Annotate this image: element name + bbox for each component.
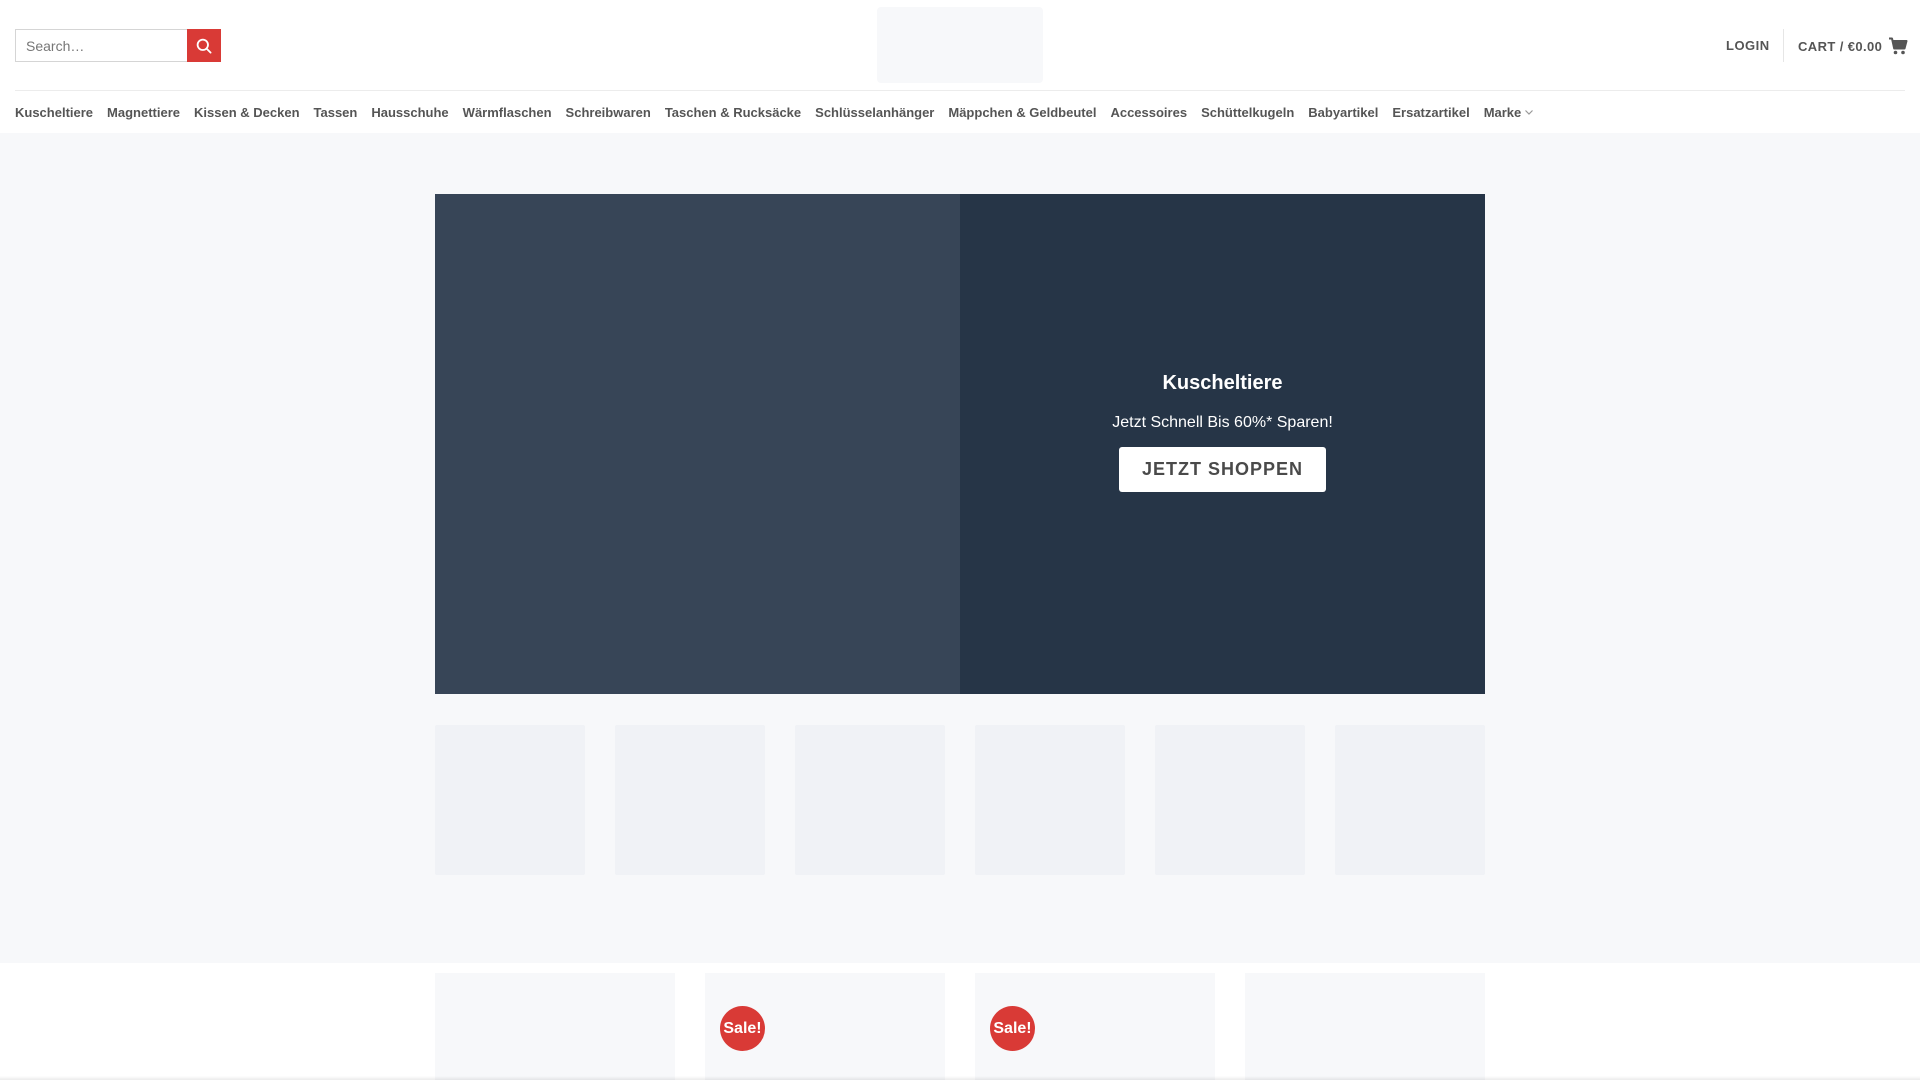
nav-item-schreibwaren[interactable]: Schreibwaren bbox=[566, 105, 651, 120]
search-form bbox=[15, 29, 221, 62]
nav-item-schuettelkugeln[interactable]: Schüttelkugeln bbox=[1201, 105, 1294, 120]
nav-item-babyartikel[interactable]: Babyartikel bbox=[1308, 105, 1378, 120]
search-icon bbox=[196, 38, 212, 54]
hero-panel: Kuscheltiere Jetzt Schnell Bis 60%* Spar… bbox=[960, 194, 1485, 694]
nav-item-tassen[interactable]: Tassen bbox=[314, 105, 358, 120]
category-tile[interactable] bbox=[1155, 725, 1305, 875]
product-card[interactable] bbox=[435, 973, 675, 1080]
cart-separator: / bbox=[1839, 38, 1844, 54]
nav-item-accessoires[interactable]: Accessoires bbox=[1110, 105, 1187, 120]
search-input[interactable] bbox=[15, 29, 187, 62]
cart-total: €0.00 bbox=[1847, 38, 1883, 54]
site-header: LOGIN CART / €0.00 Kuscheltiere Magnetti… bbox=[0, 0, 1920, 133]
hero-content: Kuscheltiere Jetzt Schnell Bis 60%* Spar… bbox=[960, 372, 1485, 492]
product-card[interactable]: Sale! bbox=[705, 973, 945, 1080]
cart-link[interactable]: CART / €0.00 bbox=[1798, 34, 1908, 58]
search-button[interactable] bbox=[187, 29, 221, 62]
nav-item-magnettiere[interactable]: Magnettiere bbox=[107, 105, 180, 120]
nav-item-marke-label: Marke bbox=[1483, 104, 1522, 120]
sale-badge: Sale! bbox=[990, 1006, 1035, 1051]
cart-icon bbox=[1888, 36, 1908, 56]
nav-item-waermflaschen[interactable]: Wärmflaschen bbox=[463, 105, 552, 120]
nav-item-ersatzartikel[interactable]: Ersatzartikel bbox=[1392, 105, 1469, 120]
hero-banner: Kuscheltiere Jetzt Schnell Bis 60%* Spar… bbox=[435, 194, 1485, 694]
product-grid: Sale! Sale! bbox=[0, 963, 1920, 1080]
nav-item-maeppchen-geldbeutel[interactable]: Mäppchen & Geldbeutel bbox=[948, 105, 1096, 120]
cart-label: CART bbox=[1798, 38, 1836, 54]
category-tile[interactable] bbox=[615, 725, 765, 875]
category-tile[interactable] bbox=[795, 725, 945, 875]
product-card[interactable]: Sale! bbox=[975, 973, 1215, 1080]
hero-subtitle: Jetzt Schnell Bis 60%* Sparen! bbox=[1112, 414, 1333, 431]
nav-item-taschen-rucksaecke[interactable]: Taschen & Rucksäcke bbox=[665, 105, 801, 120]
nav-item-hausschuhe[interactable]: Hausschuhe bbox=[371, 105, 448, 120]
login-link[interactable]: LOGIN bbox=[1726, 38, 1770, 53]
chevron-down-icon bbox=[1524, 107, 1534, 117]
hero-image bbox=[435, 194, 960, 694]
hero-title: Kuscheltiere bbox=[1162, 372, 1283, 394]
nav-item-schluesselanhaenger[interactable]: Schlüsselanhänger bbox=[815, 105, 934, 120]
shop-now-button[interactable]: JETZT SHOPPEN bbox=[1118, 447, 1327, 492]
sale-badge: Sale! bbox=[720, 1006, 765, 1051]
product-card[interactable] bbox=[1245, 973, 1485, 1080]
main-nav: Kuscheltiere Magnettiere Kissen & Decken… bbox=[15, 100, 1548, 124]
nav-item-kuscheltiere[interactable]: Kuscheltiere bbox=[15, 105, 93, 120]
header-divider bbox=[1783, 29, 1784, 62]
category-tiles bbox=[435, 725, 1485, 875]
category-tile[interactable] bbox=[1335, 725, 1485, 875]
nav-item-marke[interactable]: Marke bbox=[1484, 105, 1535, 120]
header-separator bbox=[15, 90, 1905, 91]
category-tile[interactable] bbox=[975, 725, 1125, 875]
category-tile[interactable] bbox=[435, 725, 585, 875]
site-logo[interactable] bbox=[877, 7, 1043, 83]
nav-item-kissen-decken[interactable]: Kissen & Decken bbox=[194, 105, 300, 120]
bottom-shadow bbox=[0, 1076, 1920, 1080]
